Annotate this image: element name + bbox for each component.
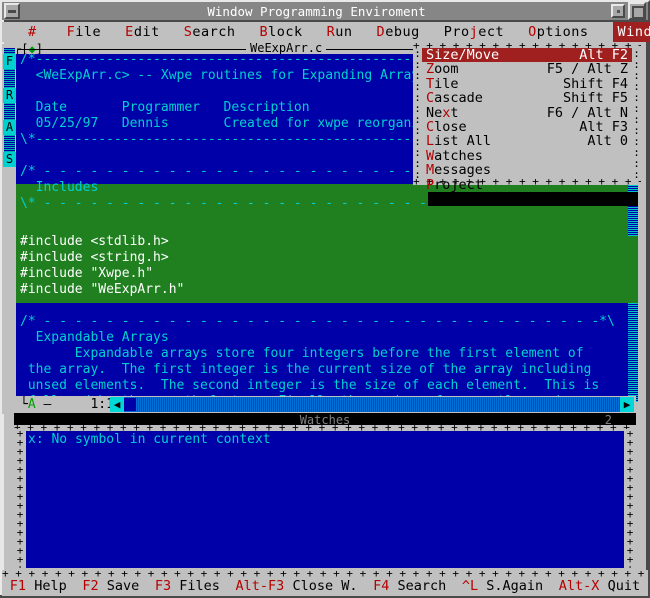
hscroll-right-arrow[interactable]: ▶: [620, 397, 634, 412]
watches-list[interactable]: x: No symbol in current context: [26, 431, 624, 568]
menu-dropdown-shadow: [428, 192, 638, 206]
include-line-2: #include "Xwpe.h": [20, 266, 154, 281]
watches-item-0: x: No symbol in current context: [28, 432, 271, 447]
menu-bar: # File Edit Search Block Run Debug Proje…: [2, 22, 650, 42]
editor-horizontal-scrollbar[interactable]: ◀ ▶: [110, 397, 634, 412]
fkey-altf3-label: Close W.: [292, 578, 358, 594]
menu-option-watches[interactable]: Watches: [422, 148, 632, 163]
window-menu-dropdown: + + + + + + + + + + + + + + + + + + + + …: [413, 42, 641, 192]
include-line-3: #include "WeExpArr.h": [20, 282, 185, 297]
fkey-altf3-close[interactable]: Alt-F3 Close W.: [236, 578, 358, 594]
menu-option-close[interactable]: Close Alt F3: [422, 118, 632, 135]
frame-right-bevel: [646, 20, 650, 598]
fkey-altf3-key: Alt-F3: [235, 578, 285, 594]
menu-option-messages[interactable]: Messages: [422, 163, 632, 178]
shortcut-list-all: Alt 0: [587, 133, 628, 150]
dropdown-right-border: ::::::::::::: [633, 48, 640, 180]
fkey-f3-files[interactable]: F3 Files: [155, 578, 220, 594]
include-line-0: #include <stdlib.h>: [20, 234, 169, 249]
menu-item-options[interactable]: Options: [528, 23, 588, 41]
menu-item-run[interactable]: Run: [327, 23, 353, 41]
menu-option-project[interactable]: Project: [422, 177, 632, 192]
fkey-f1-help[interactable]: F1 Help: [10, 578, 67, 594]
code-line-4: 05/25/97 Dennis Created for xwpe reorgan…: [20, 116, 467, 131]
xwpe-application-window: Window Programming Enviroment # File Edi…: [0, 0, 650, 598]
window-titlebar[interactable]: Window Programming Enviroment: [0, 0, 650, 22]
minimize-icon[interactable]: [4, 3, 20, 19]
include-line-1: #include <string.h>: [20, 250, 169, 265]
editor-side-toolbar: F R A S: [0, 44, 16, 414]
menu-item-window[interactable]: Window: [612, 22, 650, 42]
menu-item-debug[interactable]: Debug: [377, 23, 420, 41]
doc-line-3: the array. The first integer is the curr…: [20, 362, 592, 377]
menu-option-list-all[interactable]: List All Alt 0: [422, 133, 632, 150]
watches-window: Watches 2 + + + + + + + + + + + + + + + …: [14, 413, 636, 568]
maximize-icon[interactable]: [628, 2, 646, 20]
shortcut-close: Alt F3: [579, 118, 628, 135]
menu-option-tile[interactable]: Tile Shift F4: [422, 75, 632, 92]
shortcut-size-move: Alt F2: [579, 47, 628, 63]
fkey-f3-label: Files: [179, 578, 220, 594]
toolbar-button-s[interactable]: S: [3, 152, 16, 167]
doc-line-2: Expandable arrays store four integers be…: [20, 346, 584, 361]
dropdown-left-border: ::::::::::::: [414, 48, 421, 180]
toolbar-button-f[interactable]: F: [3, 54, 16, 69]
menu-item-search[interactable]: Search: [184, 23, 236, 41]
fkey-altx-label: Quit: [607, 578, 641, 594]
fkey-f4-search[interactable]: F4 Search: [373, 578, 446, 594]
fkey-f3-key: F3: [154, 578, 172, 594]
watches-right-border: ++++++++++++++++: [624, 429, 636, 568]
fkey-f2-label: Save: [106, 578, 140, 594]
menu-item-project[interactable]: Project: [444, 23, 504, 41]
fkeybar-items: F1 Help F2 Save F3 Files Alt-F3 Close W.…: [2, 577, 648, 595]
doc-line-0: /* - - - - - - - - - - - - - - - - - - -…: [20, 314, 615, 329]
doc-line-4: unsed elements. The second integer is th…: [20, 378, 600, 393]
hscroll-left-arrow[interactable]: ◀: [110, 397, 124, 412]
menu-item-file[interactable]: File: [67, 23, 102, 41]
shortcut-zoom: F5 / Alt Z: [546, 61, 628, 78]
toolbar-button-r[interactable]: R: [3, 88, 16, 103]
fkey-f4-label: Search: [397, 578, 447, 594]
code-line-8: Includes: [20, 180, 99, 195]
window-title: Window Programming Enviroment: [207, 3, 426, 19]
shortcut-tile: Shift F4: [562, 75, 628, 92]
fkey-ctrll-key: ^L: [461, 578, 479, 594]
menu-option-zoom[interactable]: Zoom F5 / Alt Z: [422, 61, 632, 78]
system-menu-icon[interactable]: [611, 4, 625, 18]
fkey-f2-save[interactable]: F2 Save: [82, 578, 139, 594]
toolbar-button-a[interactable]: A: [3, 120, 16, 135]
fkey-ctrll-label: S.Again: [486, 578, 544, 594]
doc-line-1: Expandable Arrays: [20, 330, 169, 345]
fkey-ctrll-again[interactable]: ^L S.Again: [462, 578, 543, 594]
watches-left-border: ++++++++++++++++: [14, 429, 26, 568]
menu-item-block[interactable]: Block: [259, 23, 302, 41]
menu-option-size-move[interactable]: Size/Move Alt F2: [422, 48, 632, 62]
menu-item-system[interactable]: #: [28, 23, 37, 41]
fkey-f1-label: Help: [34, 578, 67, 594]
editor-status-bar: └A – 1:1 –IL– ◀ ▶: [14, 396, 636, 413]
code-line-1: <WeExpArr.c> -- Xwpe routines for Expand…: [20, 68, 427, 83]
dropdown-item-list: Size/Move Alt F2 Zoom F5 / Alt Z Tile Shift…: [422, 48, 632, 192]
shortcut-next: F6 / Alt N: [546, 104, 628, 121]
fkey-f2-key: F2: [82, 578, 99, 594]
code-line-3: Date Programmer Description: [20, 100, 310, 115]
fkey-f4-key: F4: [373, 578, 390, 594]
fkey-f1-key: F1: [9, 578, 27, 594]
menu-option-cascade[interactable]: Cascade Shift F5: [422, 90, 632, 107]
shortcut-cascade: Shift F5: [562, 90, 628, 107]
fkey-altx-quit[interactable]: Alt-X Quit: [559, 578, 640, 594]
menu-item-edit[interactable]: Edit: [125, 23, 160, 41]
fkey-altx-key: Alt-X: [558, 578, 600, 594]
hscroll-thumb[interactable]: [124, 398, 136, 411]
function-key-bar: + + + + + + + + + + + + + + + + + + + + …: [2, 570, 648, 596]
menu-option-next[interactable]: Next F6 / Alt N: [422, 104, 632, 121]
